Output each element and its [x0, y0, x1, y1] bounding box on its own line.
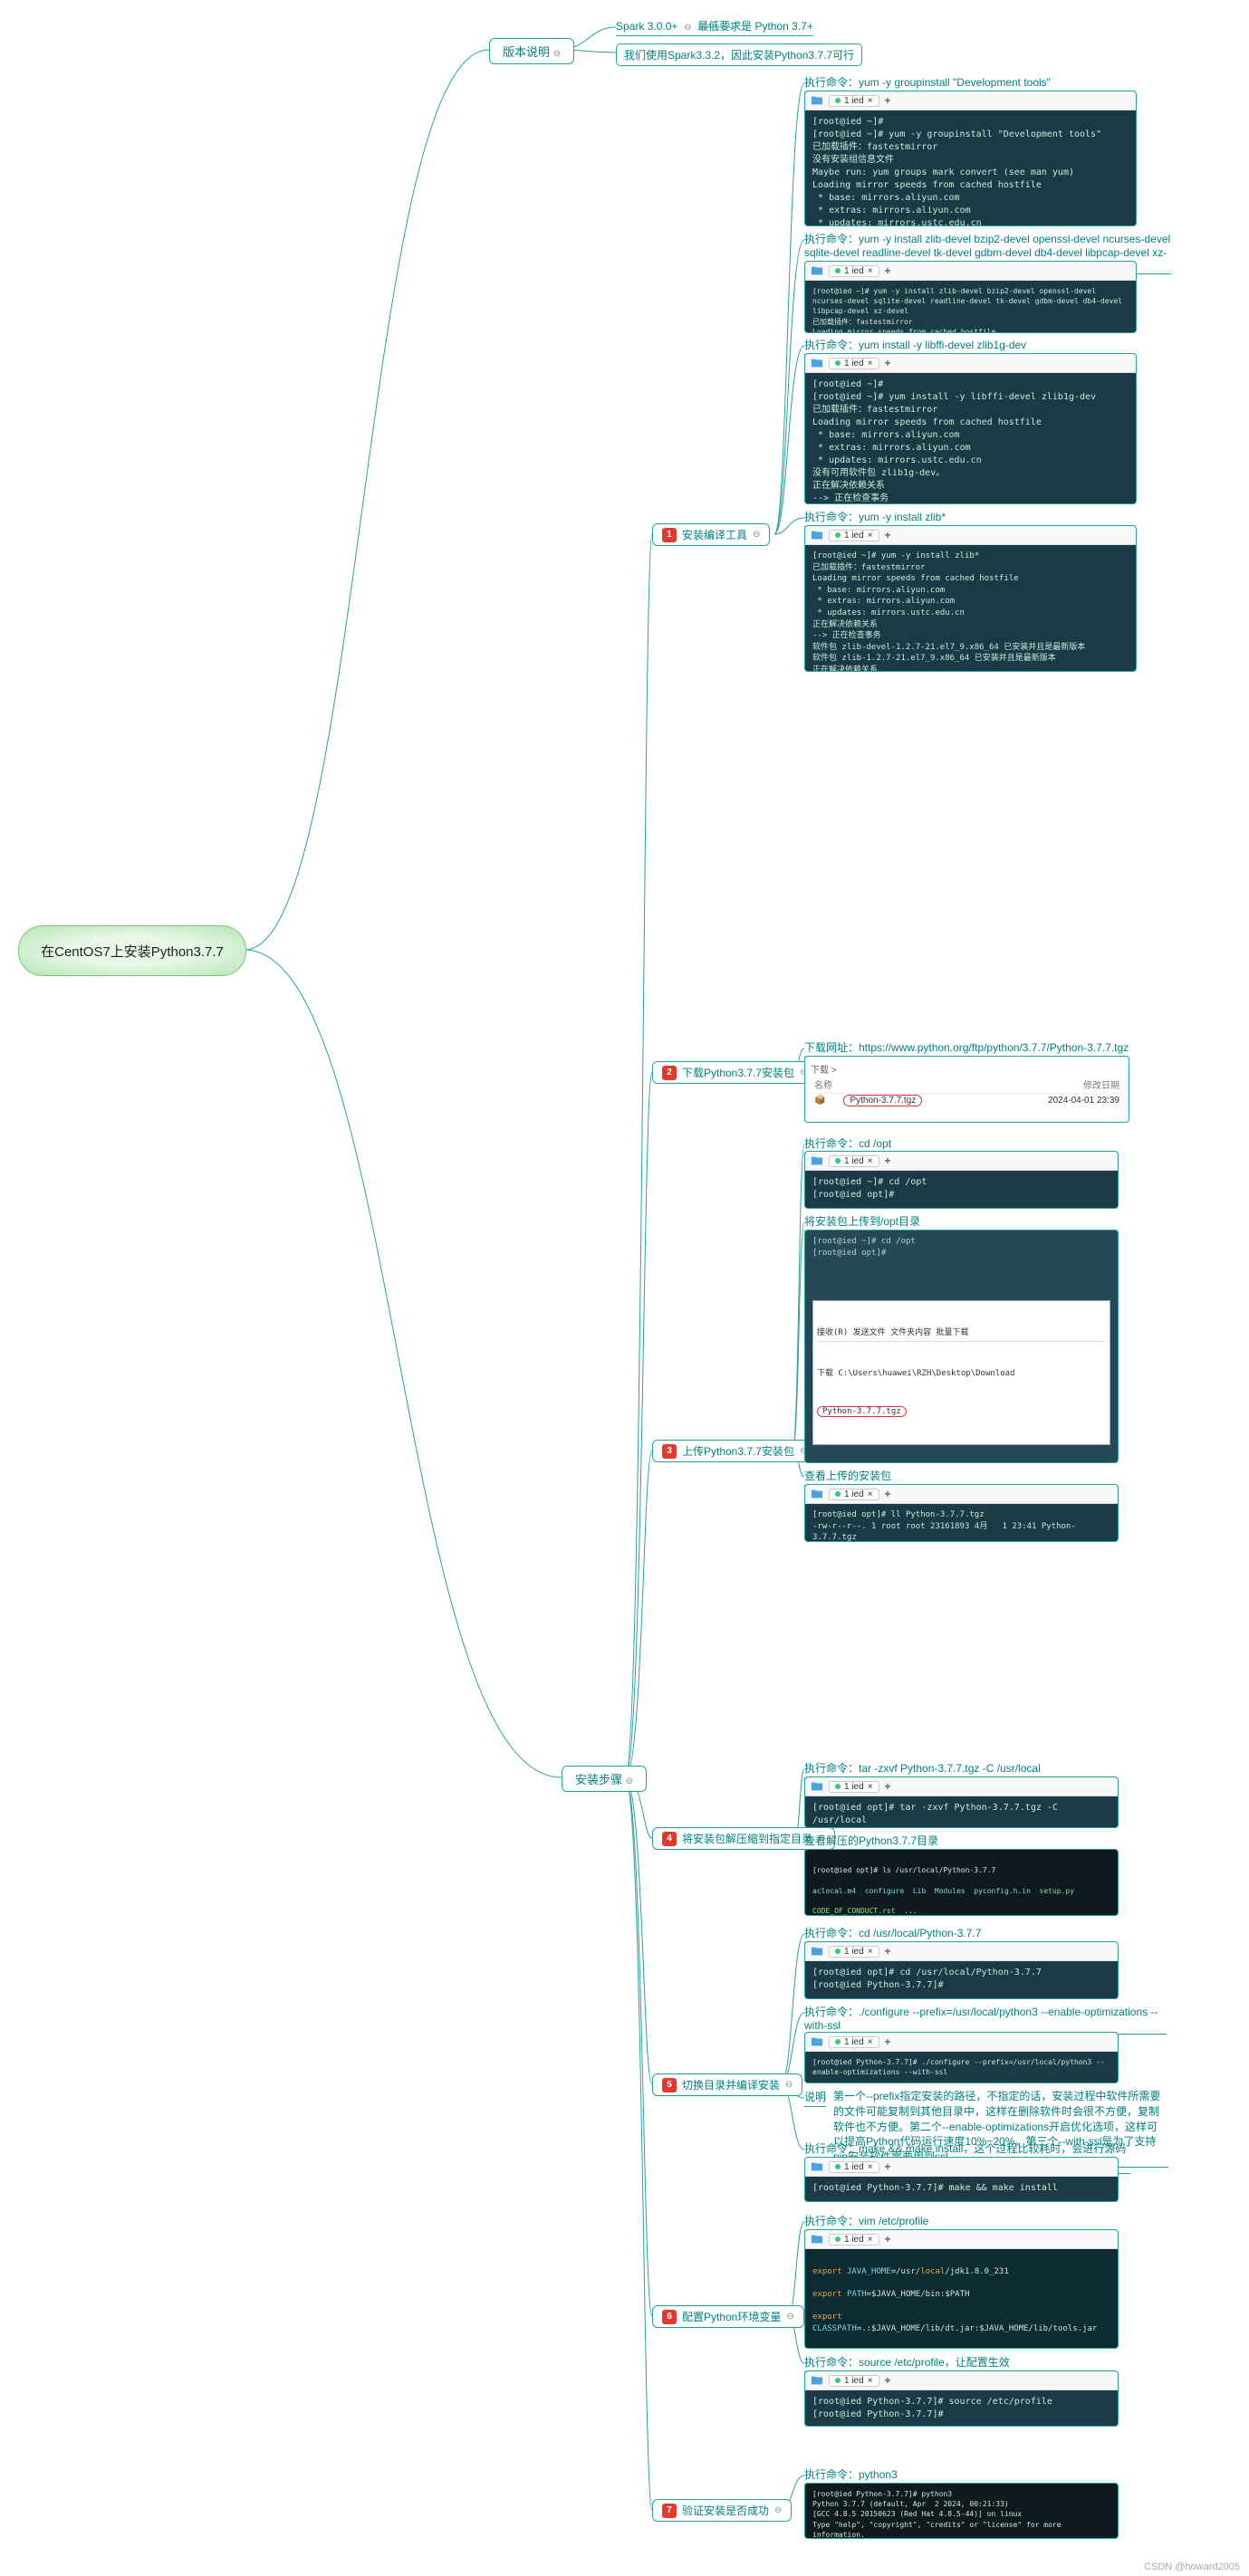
step-3-num: 3 — [662, 1444, 677, 1459]
cmd-s3b: 将安装包上传到/opt目录 — [804, 1213, 920, 1231]
step-6-label: 配置Python环境变量 — [682, 2309, 781, 2324]
cmd-s7a: 执行命令：python3 — [804, 2466, 898, 2485]
terminal-s5a: 1 ied ×+ [root@ied opt]# cd /usr/local/P… — [804, 1941, 1119, 1999]
upload-dialog: [root@ied ~]# cd /opt[root@ied opt]# 接收(… — [804, 1230, 1119, 1463]
cmd-s5a: 执行命令：cd /usr/local/Python-3.7.7 — [804, 1925, 981, 1943]
step-6-num: 6 — [662, 2310, 677, 2324]
step-4-num: 4 — [662, 1832, 677, 1846]
file-icon: 📦 — [814, 1096, 825, 1106]
terminal-body: [root@ied ~]# [root@ied ~]# yum -y group… — [805, 110, 1136, 226]
download-folder: 下载 > 名称 修改日期 📦 Python-3.7.7.tgz 2024-04-01 … — [804, 1056, 1129, 1123]
cmd-s3c: 查看上传的安装包 — [804, 1468, 891, 1486]
root-topic: 在CentOS7上安装Python3.7.7 — [18, 925, 246, 976]
terminal-s7a: [root@ied Python-3.7.7]# python3 Python … — [804, 2483, 1119, 2539]
terminal-s4b: [root@ied opt]# ls /usr/local/Python-3.7… — [804, 1849, 1119, 1916]
terminal-s3a: 1 ied ×+ [root@ied ~]# cd /opt [root@ied… — [804, 1151, 1119, 1209]
step-5-num: 5 — [662, 2078, 677, 2092]
note-label: 说明 — [804, 2089, 826, 2107]
node-steps-label: 安装步骤 — [575, 1773, 622, 1786]
cmd-s1c: 执行命令：yum install -y libffi-devel zlib1g-… — [804, 337, 1049, 355]
step-7-num: 7 — [662, 2504, 677, 2518]
terminal-s3c: 1 ied ×+ [root@ied opt]# ll Python-3.7.7… — [804, 1484, 1119, 1542]
leaf-spark-req: Spark 3.0.0+ ⊖ 最低要求是 Python 3.7+ — [616, 18, 813, 36]
col-date: 修改日期 — [1083, 1077, 1119, 1091]
cmd-s6a: 执行命令：vim /etc/profile — [804, 2213, 928, 2231]
terminal-s1c: 1 ied ×+ [root@ied ~]# [root@ied ~]# yum… — [804, 353, 1137, 504]
cmd-s1a: 执行命令：yum -y groupinstall "Development to… — [804, 74, 1094, 92]
node-steps: 安装步骤 ⊖ — [562, 1766, 647, 1792]
step-5: 5切换目录并编译安装⊖ — [652, 2073, 802, 2096]
step-2-label: 下载Python3.7.7安装包 — [682, 1065, 794, 1080]
col-name: 名称 — [814, 1077, 832, 1091]
cmd-s4b: 查看解压的Python3.7.7目录 — [804, 1833, 938, 1851]
collapse-icon: ⊖ — [626, 1776, 633, 1786]
cmd-s6b: 执行命令：source /etc/profile，让配置生效 — [804, 2354, 1040, 2372]
step-2: 2下载Python3.7.7安装包⊖ — [652, 1061, 817, 1084]
terminal-s1b: 1 ied ×+ [root@ied ~]# yum -y install zl… — [804, 261, 1137, 333]
step-1-num: 1 — [662, 528, 677, 542]
file-date: 2024-04-01 23:39 — [1048, 1096, 1119, 1106]
step-7-label: 验证安装是否成功 — [682, 2503, 769, 2518]
step-1-label: 安装编译工具 — [682, 527, 747, 542]
terminal-s4a: 1 ied ×+ [root@ied opt]# tar -zxvf Pytho… — [804, 1776, 1119, 1828]
credit: CSDN @howard2005 — [1144, 2562, 1240, 2572]
terminal-s6b: 1 ied ×+ [root@ied Python-3.7.7]# source… — [804, 2370, 1119, 2427]
step-4-label: 将安装包解压缩到指定目录 — [682, 1831, 812, 1846]
folder-icon — [811, 94, 823, 107]
node-version: 版本说明 ⊖ — [489, 38, 574, 64]
plus-icon: + — [885, 94, 891, 107]
step-6: 6配置Python环境变量⊖ — [652, 2305, 804, 2328]
terminal-s5d: 1 ied ×+ [root@ied Python-3.7.7]# make &… — [804, 2157, 1119, 2202]
node-version-label: 版本说明 — [503, 45, 550, 59]
file-name: Python-3.7.7.tgz — [843, 1095, 922, 1106]
step-5-label: 切换目录并编译安装 — [682, 2077, 780, 2092]
terminal-s1a: 1 ied ×+ [root@ied ~]# [root@ied ~]# yum… — [804, 91, 1137, 226]
terminal-s1d: 1 ied ×+ [root@ied ~]# yum -y install zl… — [804, 525, 1137, 672]
collapse-icon: ⊖ — [553, 49, 561, 59]
step-1: 1安装编译工具⊖ — [652, 523, 770, 546]
terminal-s5b: 1 ied ×+ [root@ied Python-3.7.7]# ./conf… — [804, 2032, 1119, 2083]
step-2-num: 2 — [662, 1066, 677, 1080]
cmd-s4a: 执行命令：tar -zxvf Python-3.7.7.tgz -C /usr/… — [804, 1760, 1041, 1778]
step-7: 7验证安装是否成功⊖ — [652, 2499, 792, 2522]
folder-path: 下载 > — [811, 1062, 1123, 1076]
step-3-label: 上传Python3.7.7安装包 — [682, 1443, 794, 1459]
step-3: 3上传Python3.7.7安装包⊖ — [652, 1440, 817, 1462]
cmd-s5b: 执行命令：./configure --prefix=/usr/local/pyt… — [804, 2004, 1167, 2035]
leaf-version-use: 我们使用Spark3.3.2，因此安装Python3.7.7可行 — [616, 43, 862, 66]
terminal-s6a: 1 ied ×+ export JAVA_HOME=/usr/local/jdk… — [804, 2229, 1119, 2349]
cmd-s1d: 执行命令：yum -y install zlib* — [804, 509, 967, 527]
cmd-s2a: 下载网址：https://www.python.org/ftp/python/3… — [804, 1039, 1129, 1058]
